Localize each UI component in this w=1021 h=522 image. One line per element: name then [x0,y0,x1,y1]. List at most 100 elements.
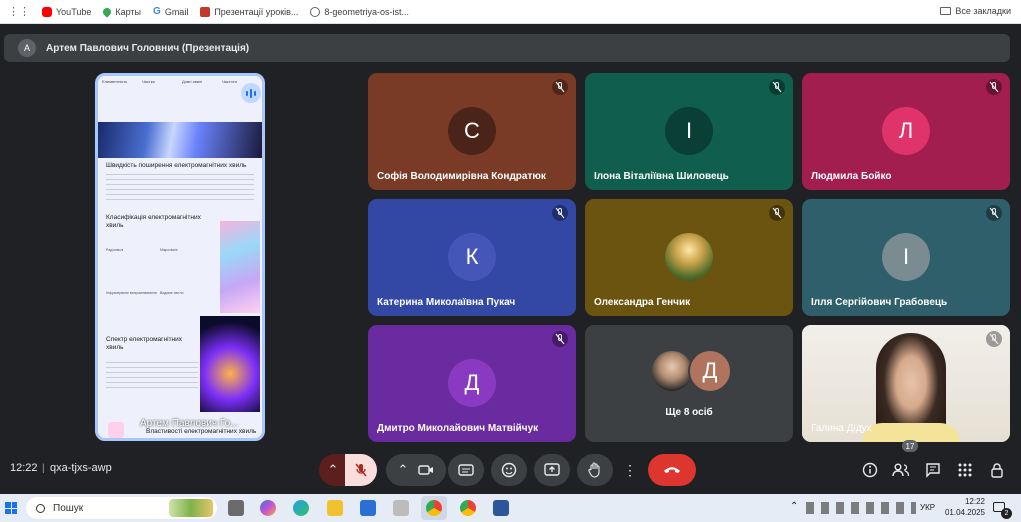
slide-cloud-image [220,221,260,313]
raise-hand-button[interactable] [577,454,613,486]
hand-icon [588,462,600,478]
host-controls-button[interactable] [985,458,1009,482]
bookmarks-bar: ⋮⋮ YouTube Карты G Gmail Презентації уро… [0,0,1021,24]
meeting-code: qxa-tjxs-awp [50,462,112,474]
bookmark-presentations[interactable]: Презентації уроків... [200,6,299,17]
participant-tile[interactable]: І Ілона Віталіївна Шиловець [585,73,793,190]
slide-banner-image [98,122,262,158]
apps-grid-icon[interactable]: ⋮⋮ [8,5,30,18]
end-call-icon [664,467,680,473]
participant-name: Катерина Миколаївна Пукач [377,297,516,308]
speaking-indicator-icon [241,83,261,103]
copilot-icon[interactable] [260,500,276,516]
activities-button[interactable] [953,458,977,482]
mic-off-icon [552,331,568,347]
slide-heading: Спектр електромагнітних хвиль [106,336,183,351]
youtube-icon [42,6,52,17]
slide-paragraph-lines [106,172,254,202]
all-bookmarks[interactable]: Все закладки [940,6,1011,16]
participant-name: Ілона Віталіївна Шиловець [594,171,729,182]
bookmark-label: YouTube [56,6,92,17]
emoji-icon [501,462,517,478]
leave-call-button[interactable] [648,454,696,486]
meeting-controls: 12:22 | qxa-tjxs-awp ⌃ ⌃ ⋮ 17 [0,440,1021,494]
participant-video-tile[interactable]: Галина Дідух [802,325,1010,442]
more-vert-icon: ⋮ [623,462,637,478]
slide-feature: Інфрачервоне випромінювання [106,291,157,295]
participant-name: Людмила Бойко [811,171,892,182]
people-button[interactable] [889,458,913,482]
search-placeholder: Пошук [53,502,84,514]
input-language[interactable]: УКР [920,503,935,512]
participant-avatar: К [448,233,496,281]
presenter-avatar: А [18,39,36,57]
more-participants-label: Ще 8 осіб [665,407,713,418]
mic-off-icon [355,463,367,477]
taskbar-search[interactable]: Пошук [26,497,217,519]
present-screen-button[interactable] [534,454,570,486]
task-view-icon[interactable] [228,500,244,516]
info-icon [862,462,878,478]
slide-heading: Класифікація електромагнітних хвиль [106,214,201,229]
people-icon [892,463,910,477]
tray-clock[interactable]: 12:22 01.04.2025 [945,496,985,518]
mic-off-icon [552,79,568,95]
chrome-icon[interactable] [426,500,442,516]
reactions-button[interactable] [491,454,527,486]
captions-button[interactable] [448,454,484,486]
participant-name: Софія Володимирівна Кондратюк [377,171,546,182]
bookmark-label: 8-geometriya-os-ist... [324,6,409,17]
globe-icon [310,6,321,17]
participant-tile[interactable]: Олександра Генчик [585,199,793,316]
bookmark-label: Gmail [164,6,189,17]
windows-start-icon[interactable] [5,502,17,514]
camera-button[interactable]: ⌃ [386,454,446,486]
participant-tile[interactable]: Л Людмила Бойко [802,73,1010,190]
maps-pin-icon [101,5,114,18]
bookmark-site-icon [200,6,211,17]
file-explorer-icon[interactable] [327,500,343,516]
participant-name: Ілля Сергійович Грабовець [811,297,948,308]
store-icon[interactable] [360,500,376,516]
tray-chevron-icon[interactable]: ⌃ [790,501,798,512]
meeting-info-button[interactable] [858,458,882,482]
microphone-button[interactable] [345,454,377,486]
bookmark-maps[interactable]: Карты [101,5,141,18]
separator: | [42,463,45,474]
search-highlight-image [169,499,213,517]
presenter-bar: А Артем Павлович Головнич (Презентація) [4,34,1010,62]
bookmark-gmail[interactable]: G Gmail [153,6,188,17]
participant-tile[interactable]: К Катерина Миколаївна Пукач [368,199,576,316]
slide-col: Довгі хвилі [182,79,203,84]
folder-icon [940,7,952,15]
more-participants-tile[interactable]: Д Ще 8 осіб [585,325,793,442]
bookmark-youtube[interactable]: YouTube [42,6,92,17]
participant-tile[interactable]: І Ілля Сергійович Грабовець [802,199,1010,316]
bookmark-label: Презентації уроків... [214,6,299,17]
meeting-time: 12:22 [10,462,38,474]
participant-avatar: І [665,107,713,155]
participant-tile[interactable]: Д Дмитро Миколайович Матвійчук [368,325,576,442]
audio-options-button[interactable]: ⌃ [319,454,347,486]
more-options-button[interactable]: ⋮ [619,454,641,486]
slide-heading: Швидкість поширення електромагнітних хви… [106,162,247,169]
chrome-icon[interactable] [460,500,476,516]
slide-feature: Радіохвилі [106,248,124,252]
chat-icon [926,463,940,478]
participant-photo-avatar [665,233,713,281]
bookmark-geometry[interactable]: 8-geometriya-os-ist... [310,6,409,17]
mic-off-icon [986,331,1002,347]
shared-presentation[interactable]: Елементність Частка Довгі хвилі Частоти … [95,73,265,441]
slide-feature: Мікрохвилі [160,248,178,252]
slide-feature: Видиме світло [160,291,184,295]
participant-tile[interactable]: С Софія Володимирівна Кондратюк [368,73,576,190]
tray-icons [806,502,916,514]
mic-off-icon [986,79,1002,95]
participant-name: Галина Дідух [811,423,872,434]
chevron-up-icon: ⌃ [327,462,339,477]
chat-button[interactable] [921,458,945,482]
word-icon[interactable] [493,500,509,516]
app-icon[interactable] [393,500,409,516]
participant-avatar: І [882,233,930,281]
edge-icon[interactable] [293,500,309,516]
